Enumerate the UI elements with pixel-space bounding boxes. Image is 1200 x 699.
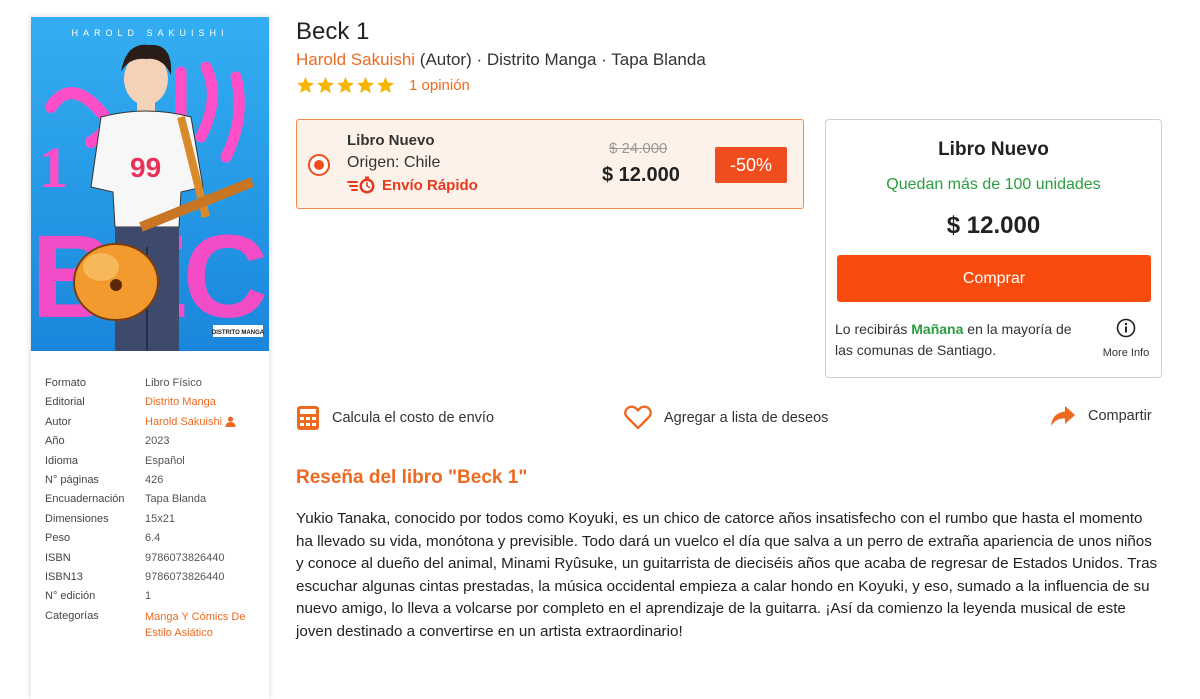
spec-key: Formato [45,377,86,389]
spec-row: Encuadernación Tapa Blanda [45,490,260,509]
spec-key: Año [45,435,65,448]
spec-key: Categorías [45,609,99,622]
spec-key: ISBN13 [45,571,83,584]
review-body: Yukio Tanaka, conocido por todos como Ko… [296,510,1158,640]
star-icon [296,76,315,94]
wishlist-button[interactable]: Agregar a lista de deseos [624,405,828,430]
cover-volume: 1 [39,135,68,200]
spec-row: N° edición 1 [45,587,260,606]
spec-key: Encuadernación [45,493,125,506]
spec-row: N° páginas 426 [45,471,260,490]
spec-row: Año 2023 [45,432,260,451]
star-rating [296,76,395,95]
product-sidebar: HAROLD SAKUISHI 1 BECK 99 DISTRITO M [31,17,269,699]
product-meta: · Distrito Manga · Tapa Blanda [471,50,706,69]
spec-table: Formato Libro Físico Editorial Distrito … [45,374,260,641]
more-info-label: More Info [1102,347,1150,359]
wishlist-label: Agregar a lista de deseos [664,409,829,426]
spec-row: Idioma Español [45,452,260,471]
spec-value: 6.4 [145,532,161,545]
cover-publisher-logo: DISTRITO MANGA [212,330,265,336]
buy-box: Libro Nuevo Quedan más de 100 unidades $… [825,119,1162,378]
original-price: $ 24.000 [609,140,668,157]
spec-value: 1 [145,590,152,603]
product-title: Beck 1 [296,18,370,45]
star-icon [356,76,375,94]
offer-radio[interactable] [308,154,330,176]
product-actions: Calcula el costo de envío Agregar a list… [296,405,1162,437]
author-link-label[interactable]: Harold Sakuishi [145,416,222,428]
spec-row: ISBN 9786073826440 [45,549,260,568]
spec-row: Categorías Manga Y Cómics De Estilo Asiá… [45,607,260,641]
spec-value: 9786073826440 [145,571,225,584]
delivery-day: Mañana [911,321,964,337]
star-icon [316,76,335,94]
spec-key: Editorial [45,396,85,409]
spec-key: Dimensiones [45,512,109,525]
spec-row: Autor Harold Sakuishi [45,413,260,432]
discount-badge: -50% [715,147,787,183]
spec-key: N° edición [45,590,96,603]
spec-key: N° páginas [45,474,99,487]
fast-shipping-label: Envío Rápido [382,176,478,194]
user-icon [225,417,236,428]
fast-shipping-badge: Envío Rápido [347,176,478,194]
spec-row: Peso 6.4 [45,529,260,548]
offer-condition: Libro Nuevo [347,132,435,149]
share-label: Compartir [1088,408,1152,424]
spec-value: Libro Físico [145,377,202,389]
shipping-calculator-label: Calcula el costo de envío [332,410,495,426]
delivery-estimate: Lo recibirás Mañana en la mayoría de las… [835,319,1091,361]
spec-value: Español [145,454,185,467]
review-heading: Reseña del libro "Beck 1" [296,467,528,488]
buy-box-price: $ 12.000 [946,212,1041,239]
cover-author-band: HAROLD SAKUISHI [71,28,228,38]
spec-value: 15x21 [145,512,175,525]
star-icon [336,76,355,94]
author-link[interactable]: Harold Sakuishi [296,50,415,69]
more-info-button[interactable]: More Info [1096,318,1156,359]
cover-shirt-number: 99 [130,152,161,183]
rating: 1 opinión [296,76,470,95]
author-role: (Autor) [415,50,472,69]
spec-key: Autor [45,415,72,428]
buy-box-condition: Libro Nuevo [938,139,1049,160]
share-arrow-icon [1051,406,1075,426]
offer-origin: Origen: Chile [347,154,441,171]
calculator-icon [297,406,319,430]
book-cover-image[interactable]: HAROLD SAKUISHI 1 BECK 99 DISTRITO M [31,17,269,351]
spec-row: ISBN13 9786073826440 [45,568,260,587]
stopwatch-icon [347,176,375,194]
spec-value: 426 [145,474,164,487]
offer-price: $ 12.000 [602,164,680,186]
cover-artwork: HAROLD SAKUISHI 1 BECK 99 DISTRITO M [31,17,269,351]
spec-value: 2023 [145,435,170,448]
publisher-link[interactable]: Distrito Manga [145,393,216,412]
spec-key: Peso [45,532,71,545]
opinions-link[interactable]: 1 opinión [409,77,470,94]
spec-value: 9786073826440 [145,551,225,564]
spec-row: Formato Libro Físico [45,374,260,393]
heart-icon [624,405,652,430]
shipping-calculator-button[interactable]: Calcula el costo de envío [296,405,494,431]
author-link[interactable]: Harold Sakuishi [145,413,236,432]
spec-key: Idioma [45,454,79,467]
offer-option-new[interactable]: Libro Nuevo Origen: Chile Envío Rápido $… [296,119,804,209]
share-button[interactable]: Compartir [1050,405,1152,427]
category-link[interactable]: Manga Y Cómics De Estilo Asiático [145,607,260,641]
spec-key: ISBN [45,551,71,564]
product-subtitle: Harold Sakuishi (Autor) · Distrito Manga… [296,50,706,70]
buy-button[interactable]: Comprar [837,255,1151,302]
spec-value: Tapa Blanda [145,493,207,506]
spec-row: Dimensiones 15x21 [45,510,260,529]
star-icon [376,76,395,94]
spec-row: Editorial Distrito Manga [45,393,260,412]
stock-status: Quedan más de 100 unidades [886,176,1101,193]
info-icon [1116,318,1136,338]
delivery-prefix: Lo recibirás [835,321,912,337]
